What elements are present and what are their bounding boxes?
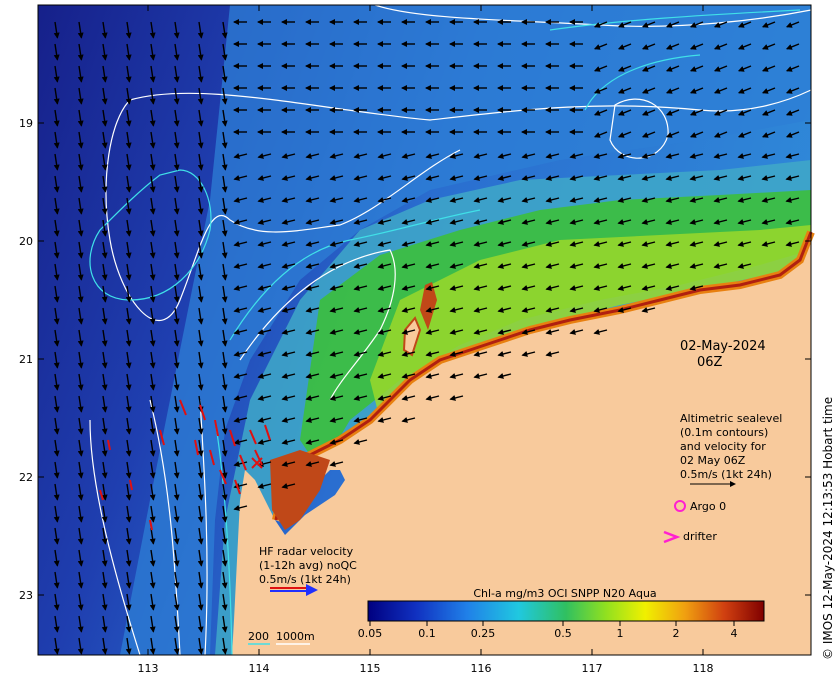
- colorbar-tick-label: 0.5: [554, 627, 572, 640]
- altimetry-line-1: Altimetric sealevel: [680, 412, 782, 425]
- date-label: 02-May-2024: [680, 339, 766, 354]
- lon-tick-label: 116: [471, 662, 492, 675]
- lon-tick-label: 115: [360, 662, 381, 675]
- ocean-map: 02-May-2024 06Z Altimetric sealevel (0.1…: [19, 4, 835, 675]
- lon-tick-label: 118: [693, 662, 714, 675]
- lon-tick-label: 114: [249, 662, 270, 675]
- colorbar-tick-label: 0.1: [418, 627, 436, 640]
- hf-radar-line-1: HF radar velocity: [259, 545, 354, 558]
- lon-tick-label: 113: [138, 662, 159, 675]
- colorbar-tick-label: 1: [617, 627, 624, 640]
- altimetry-line-4: 02 May 06Z: [680, 454, 746, 467]
- lat-tick-label: 21: [19, 353, 33, 366]
- depth-200-label: 200: [248, 630, 269, 643]
- lat-tick-label: 19: [19, 117, 33, 130]
- colorbar-tick-label: 2: [673, 627, 680, 640]
- hf-radar-line-3: 0.5m/s (1kt 24h): [259, 573, 351, 586]
- lat-tick-label: 22: [19, 471, 33, 484]
- colorbar-tick-label: 4: [731, 627, 738, 640]
- colorbar-gradient: [367, 600, 765, 622]
- drifter-label: drifter: [683, 530, 717, 543]
- altimetry-line-2: (0.1m contours): [680, 426, 768, 439]
- depth-legend: 200 1000m: [248, 630, 315, 645]
- altimetry-line-5: 0.5m/s (1kt 24h): [680, 468, 772, 481]
- colorbar-tick-label: 0.25: [471, 627, 496, 640]
- hf-radar-line-2: (1-12h avg) noQC: [259, 559, 357, 572]
- time-label: 06Z: [697, 355, 723, 370]
- depth-1000-label: 1000m: [276, 630, 315, 643]
- lon-tick-label: 117: [582, 662, 603, 675]
- lat-tick-label: 20: [19, 235, 33, 248]
- colorbar-title: Chl-a mg/m3 OCI SNPP N20 Aqua: [473, 587, 656, 600]
- credit-text: © IMOS 12-May-2024 12:13:53 Hobart time: [821, 397, 835, 660]
- colorbar-tick-label: 0.05: [358, 627, 383, 640]
- argo-label: Argo 0: [690, 500, 726, 513]
- lat-tick-label: 23: [19, 589, 33, 602]
- altimetry-line-3: and velocity for: [680, 440, 766, 453]
